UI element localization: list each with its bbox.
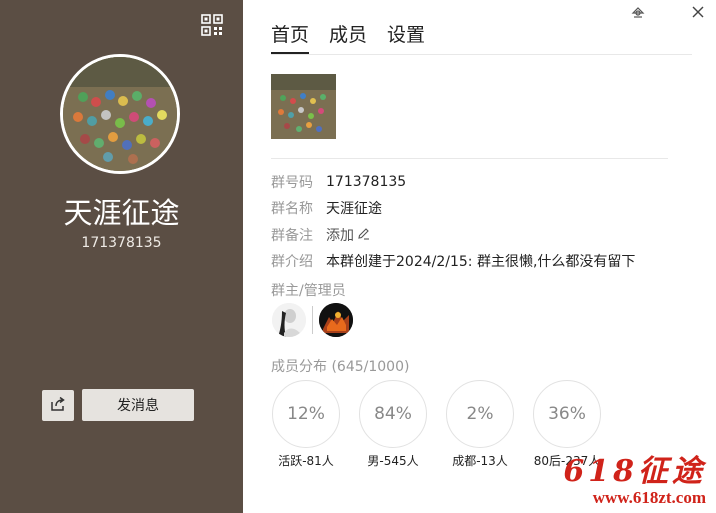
tab-bar: 首页 成员 设置 [271,20,425,55]
tab-settings[interactable]: 设置 [387,20,425,55]
share-button[interactable] [42,390,74,421]
pin-icon[interactable] [630,4,646,20]
group-intro-label: 群介绍 [271,254,313,270]
group-cover-image[interactable] [271,74,336,139]
tab-divider [271,54,692,55]
group-intro-row: 群介绍 本群创建于2024/2/15: 群主很懒,什么都没有留下 [271,251,635,271]
qr-code-icon[interactable] [201,14,223,36]
group-number-value: 171378135 [326,174,407,190]
group-name-value: 天涯征途 [326,201,382,217]
tab-home[interactable]: 首页 [271,20,310,55]
stat-age-circle[interactable]: 36% [533,380,601,448]
stat-city-label: 成都-13人 [452,454,508,468]
group-number-row: 群号码 171378135 [271,172,406,192]
group-name-label: 群名称 [271,201,313,217]
tab-members[interactable]: 成员 [329,20,367,55]
add-remark-text: 添加 [326,228,354,244]
add-remark-link[interactable]: 添加 [326,225,370,245]
group-name: 天涯征途 [63,196,180,230]
section-divider [271,158,668,159]
watermark-text: 618征途 [563,454,706,489]
group-avatar[interactable] [60,54,180,174]
stat-active-circle[interactable]: 12% [272,380,340,448]
send-message-button[interactable]: 发消息 [82,389,194,421]
site-watermark: 618征途 www.618zt.com [563,446,706,508]
stat-city-circle[interactable]: 2% [446,380,514,448]
owner-avatar[interactable] [272,303,306,337]
group-number: 171378135 [81,235,162,251]
edit-pencil-icon [357,227,370,244]
admin-separator [312,306,313,334]
stat-male-label: 男-545人 [367,454,419,468]
group-number-label: 群号码 [271,175,313,191]
close-icon[interactable] [690,4,706,20]
group-profile-panel: 天涯征途 171378135 发消息 [0,0,243,513]
group-remark-row: 群备注 添加 [271,225,370,245]
member-distribution-label: 成员分布 (645/1000) [271,359,410,375]
group-name-row: 群名称 天涯征途 [271,198,382,218]
stat-male-circle[interactable]: 84% [359,380,427,448]
group-remark-label: 群备注 [271,228,313,244]
group-intro-value: 本群创建于2024/2/15: 群主很懒,什么都没有留下 [326,254,636,270]
share-icon [50,396,66,416]
admin-avatar[interactable] [319,303,353,337]
stat-active-label: 活跃-81人 [278,454,334,468]
watermark-url: www.618zt.com [592,488,706,507]
admins-label: 群主/管理员 [271,283,346,299]
